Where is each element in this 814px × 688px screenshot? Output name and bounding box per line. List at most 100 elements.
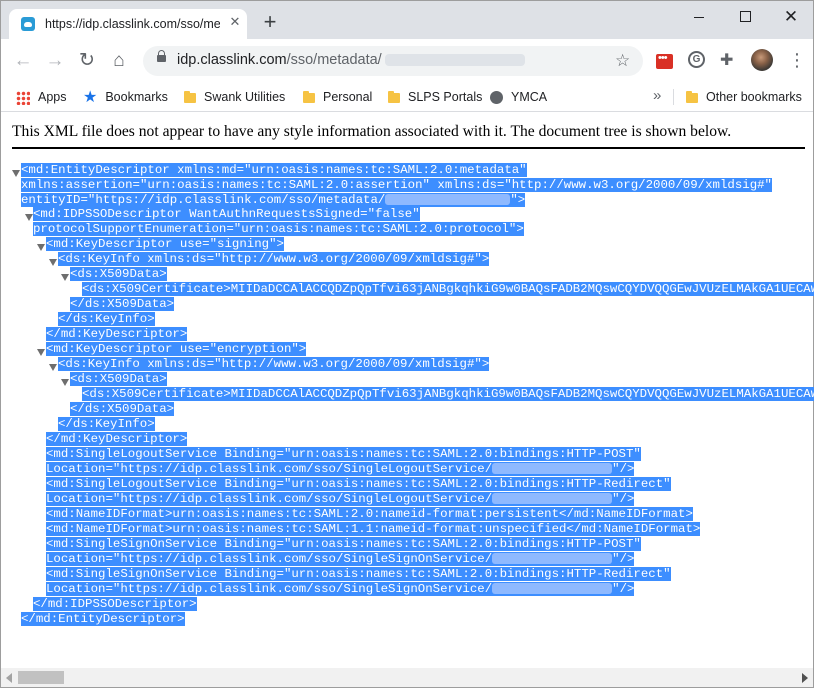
folder-icon bbox=[686, 90, 698, 103]
redacted-id bbox=[385, 194, 511, 206]
tab-close-icon[interactable]: ✕ bbox=[227, 14, 243, 30]
xml-line: <ds:X509Data> bbox=[70, 372, 167, 386]
profile-avatar[interactable] bbox=[751, 49, 773, 71]
xml-line: </md:EntityDescriptor> bbox=[21, 612, 185, 626]
star-icon: ★ bbox=[83, 88, 98, 106]
xml-line: Location="https://idp.classlink.com/sso/… bbox=[46, 462, 493, 476]
kebab-menu-icon[interactable]: ⋮ bbox=[788, 50, 806, 70]
xml-line: <ds:X509Certificate>MIIDaDCCAlACCQDZpQpT… bbox=[82, 282, 814, 296]
extensions-puzzle-icon[interactable]: ✚ bbox=[720, 50, 738, 69]
xml-line: Location="https://idp.classlink.com/sso/… bbox=[46, 552, 493, 566]
address-bar[interactable]: idp.classlink.com/sso/metadata/ ☆ bbox=[143, 46, 643, 76]
back-arrow-icon[interactable]: ← bbox=[12, 50, 34, 72]
bookmark-personal[interactable]: Personal bbox=[303, 88, 372, 106]
xml-line: <md:SingleLogoutService Binding="urn:oas… bbox=[46, 477, 671, 491]
collapse-triangle-icon[interactable] bbox=[61, 379, 69, 386]
maximize-button[interactable] bbox=[725, 5, 765, 29]
xml-line: "/> bbox=[612, 462, 635, 476]
xml-notice: This XML file does not appear to have an… bbox=[12, 123, 732, 140]
collapse-triangle-icon[interactable] bbox=[61, 274, 69, 281]
xml-line: <ds:X509Data> bbox=[70, 267, 167, 281]
redacted-id bbox=[492, 553, 613, 565]
url-path: /sso/metadata/ bbox=[286, 52, 382, 68]
folder-icon bbox=[388, 90, 400, 103]
bookmark-bookmarks[interactable]: ★ Bookmarks bbox=[83, 88, 168, 106]
xml-line: <md:EntityDescriptor xmlns:md="urn:oasis… bbox=[21, 163, 527, 177]
classlink-favicon-icon bbox=[21, 17, 35, 31]
bookmark-other[interactable]: Other bookmarks bbox=[686, 88, 802, 106]
bookmark-swank-utilities[interactable]: Swank Utilities bbox=[184, 88, 285, 106]
xml-line: <md:KeyDescriptor use="encryption"> bbox=[46, 342, 307, 356]
xml-line: xmlns:assertion="urn:oasis:names:tc:SAML… bbox=[21, 178, 772, 192]
xml-line: protocolSupportEnumeration="urn:oasis:na… bbox=[33, 222, 524, 236]
xml-line: </ds:KeyInfo> bbox=[58, 312, 155, 326]
collapse-triangle-icon[interactable] bbox=[37, 349, 45, 356]
xml-line: <md:NameIDFormat>urn:oasis:names:tc:SAML… bbox=[46, 507, 693, 521]
xml-line: </md:KeyDescriptor> bbox=[46, 432, 188, 446]
bookmark-label: YMCA bbox=[511, 90, 548, 104]
horizontal-scrollbar[interactable] bbox=[1, 668, 813, 687]
divider bbox=[12, 147, 805, 149]
xml-line: <md:SingleSignOnService Binding="urn:oas… bbox=[46, 567, 671, 581]
collapse-triangle-icon[interactable] bbox=[25, 214, 33, 221]
browser-window: https://idp.classlink.com/sso/metadata ✕… bbox=[0, 0, 814, 688]
bookmarks-divider bbox=[673, 89, 674, 105]
xml-line: <ds:X509Certificate>MIIDaDCCAlACCQDZpQpT… bbox=[82, 387, 814, 401]
xml-line: "/> bbox=[612, 582, 635, 596]
xml-line: </ds:KeyInfo> bbox=[58, 417, 155, 431]
bookmark-label: Apps bbox=[38, 90, 67, 104]
scroll-right-arrow-icon[interactable] bbox=[802, 673, 808, 683]
scroll-left-arrow-icon[interactable] bbox=[6, 673, 12, 683]
xml-line: <md:SingleSignOnService Binding="urn:oas… bbox=[46, 537, 641, 551]
browser-tab[interactable]: https://idp.classlink.com/sso/metadata ✕ bbox=[9, 9, 247, 39]
bookmark-label: Personal bbox=[323, 90, 373, 104]
reload-icon[interactable]: ↻ bbox=[76, 50, 98, 72]
bookmark-ymca[interactable]: YMCA bbox=[490, 88, 547, 106]
apps-grid-icon bbox=[16, 90, 30, 105]
url-text[interactable]: idp.classlink.com/sso/metadata/ bbox=[177, 52, 525, 68]
redacted-id bbox=[492, 493, 613, 505]
lock-icon[interactable] bbox=[157, 50, 166, 62]
bookmark-label: Other bookmarks bbox=[706, 90, 802, 104]
xml-line: "> bbox=[510, 193, 526, 207]
bookmark-apps[interactable]: Apps bbox=[16, 88, 67, 106]
close-window-button[interactable]: ✕ bbox=[771, 5, 811, 29]
xml-line: entityID="https://idp.classlink.com/sso/… bbox=[21, 193, 386, 207]
scrollbar-thumb[interactable] bbox=[18, 671, 64, 684]
xml-line: </md:IDPSSODescriptor> bbox=[33, 597, 197, 611]
bookmark-star-icon[interactable]: ☆ bbox=[615, 51, 630, 71]
collapse-triangle-icon[interactable] bbox=[37, 244, 45, 251]
xml-line: Location="https://idp.classlink.com/sso/… bbox=[46, 582, 493, 596]
xml-line: </ds:X509Data> bbox=[70, 402, 175, 416]
redacted-id bbox=[492, 463, 613, 475]
title-bar: https://idp.classlink.com/sso/metadata ✕… bbox=[1, 1, 813, 39]
bookmark-label: Bookmarks bbox=[105, 90, 168, 104]
xml-line: <md:IDPSSODescriptor WantAuthnRequestsSi… bbox=[33, 207, 420, 221]
bookmark-label: Swank Utilities bbox=[204, 90, 286, 104]
xml-line: "/> bbox=[612, 492, 635, 506]
g-extension-icon[interactable]: G bbox=[688, 51, 705, 68]
xml-line: <ds:KeyInfo xmlns:ds="http://www.w3.org/… bbox=[58, 252, 490, 266]
forward-arrow-icon[interactable]: → bbox=[44, 50, 66, 72]
xml-line: <ds:KeyInfo xmlns:ds="http://www.w3.org/… bbox=[58, 357, 490, 371]
collapse-triangle-icon[interactable] bbox=[49, 259, 57, 266]
bookmarks-bar: Apps ★ Bookmarks Swank Utilities Personal… bbox=[1, 83, 813, 112]
xml-line: <md:SingleLogoutService Binding="urn:oas… bbox=[46, 447, 641, 461]
minimize-button[interactable] bbox=[679, 5, 719, 29]
collapse-triangle-icon[interactable] bbox=[49, 364, 57, 371]
redacted-url-segment bbox=[384, 54, 525, 67]
xml-line: </md:KeyDescriptor> bbox=[46, 327, 188, 341]
red-extension-icon[interactable] bbox=[656, 52, 673, 69]
home-icon[interactable]: ⌂ bbox=[108, 50, 130, 72]
browser-toolbar: ← → ↻ ⌂ idp.classlink.com/sso/metadata/ … bbox=[1, 39, 813, 83]
new-tab-icon[interactable]: + bbox=[260, 11, 280, 33]
xml-line: Location="https://idp.classlink.com/sso/… bbox=[46, 492, 493, 506]
more-bookmarks-chevron-icon[interactable]: » bbox=[653, 87, 661, 104]
page-content: This XML file does not appear to have an… bbox=[1, 112, 814, 667]
redacted-id bbox=[492, 583, 613, 595]
folder-icon bbox=[303, 90, 315, 103]
bookmark-label: SLPS Portals bbox=[408, 90, 483, 104]
collapse-triangle-icon[interactable] bbox=[12, 170, 20, 177]
xml-line: </ds:X509Data> bbox=[70, 297, 175, 311]
bookmark-slps-portals[interactable]: SLPS Portals bbox=[388, 88, 482, 106]
